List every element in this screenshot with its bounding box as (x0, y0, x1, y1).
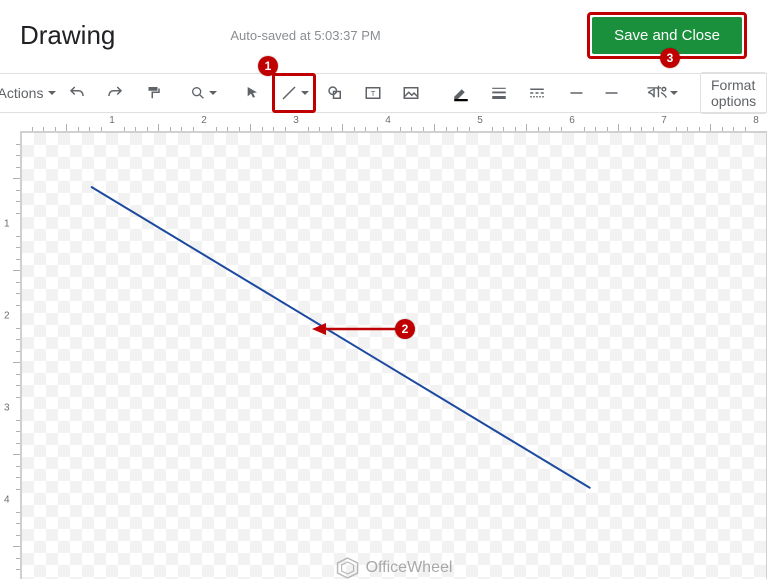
drawing-canvas[interactable]: 2 OfficeWheel (21, 132, 767, 579)
zoom-menu[interactable] (184, 78, 222, 108)
annotation-step-2: 2 (395, 319, 415, 339)
paint-format-button[interactable] (134, 78, 172, 108)
undo-icon (68, 84, 86, 102)
caret-down-icon (209, 91, 217, 95)
line-end-button[interactable] (594, 78, 632, 108)
line-dash-icon (528, 84, 546, 102)
ruler-h-label: 2 (201, 115, 207, 127)
line-icon (280, 84, 298, 102)
svg-text:T: T (371, 89, 376, 98)
watermark: OfficeWheel (336, 556, 453, 579)
shape-icon (326, 84, 344, 102)
caret-down-icon (670, 91, 678, 95)
ruler-h-label: 6 (569, 115, 575, 127)
line-tool[interactable] (275, 79, 313, 107)
ruler-h-label: 4 (385, 115, 391, 127)
annotation-step-3: 3 (660, 48, 680, 68)
caret-down-icon (301, 91, 309, 95)
ruler-h-label: 8 (753, 115, 759, 127)
ruler-h-label: 7 (661, 115, 667, 127)
dialog-header: Drawing Auto-saved at 5:03:37 PM Save an… (0, 0, 767, 65)
ruler-v-label: 1 (4, 219, 10, 230)
pencil-icon (452, 84, 470, 102)
line-weight-button[interactable] (480, 78, 518, 108)
font-icon: বাং (648, 81, 667, 106)
line-start-button[interactable] (556, 78, 594, 108)
format-options-button[interactable]: Format options (700, 72, 767, 114)
shape-tool[interactable] (316, 78, 354, 108)
caret-down-icon (48, 91, 56, 95)
line-dash-button[interactable] (518, 78, 556, 108)
ruler-v-label: 4 (4, 495, 10, 506)
ruler-h-label: 1 (109, 115, 115, 127)
dialog-title: Drawing (20, 20, 115, 51)
annotation-arrow-2 (312, 319, 402, 344)
toolbar: Actions T (0, 73, 767, 113)
autosave-status: Auto-saved at 5:03:37 PM (230, 28, 380, 43)
select-tool[interactable] (234, 78, 272, 108)
ruler-v-label: 2 (4, 311, 10, 322)
zoom-icon (190, 85, 206, 101)
ruler-v-label: 3 (4, 403, 10, 414)
redo-icon (106, 84, 124, 102)
line-start-icon (565, 84, 585, 102)
annotation-step-1: 1 (258, 56, 278, 76)
image-tool[interactable] (392, 78, 430, 108)
annotation-highlight-line-tool (272, 73, 316, 113)
line-end-icon (603, 84, 623, 102)
workspace: 12345678 1234 2 Offic (0, 113, 767, 579)
textbox-icon: T (364, 84, 382, 102)
drawn-line (22, 133, 766, 579)
watermark-text: OfficeWheel (366, 559, 453, 577)
redo-button[interactable] (96, 78, 134, 108)
horizontal-ruler: 1 2 3 4 5 6 7 8 (20, 113, 767, 132)
font-menu[interactable]: বাং (644, 78, 682, 108)
ruler-h-label: 5 (477, 115, 483, 127)
image-icon (402, 84, 420, 102)
paint-roller-icon (144, 84, 162, 102)
line-weight-icon (490, 84, 508, 102)
vertical-ruler: 1 2 3 4 (0, 132, 21, 579)
actions-menu[interactable]: Actions (8, 78, 46, 108)
undo-button[interactable] (58, 78, 96, 108)
watermark-logo-icon (336, 556, 360, 579)
line-color-button[interactable] (442, 78, 480, 108)
ruler-h-label: 3 (293, 115, 299, 127)
textbox-tool[interactable]: T (354, 78, 392, 108)
cursor-icon (245, 85, 261, 101)
